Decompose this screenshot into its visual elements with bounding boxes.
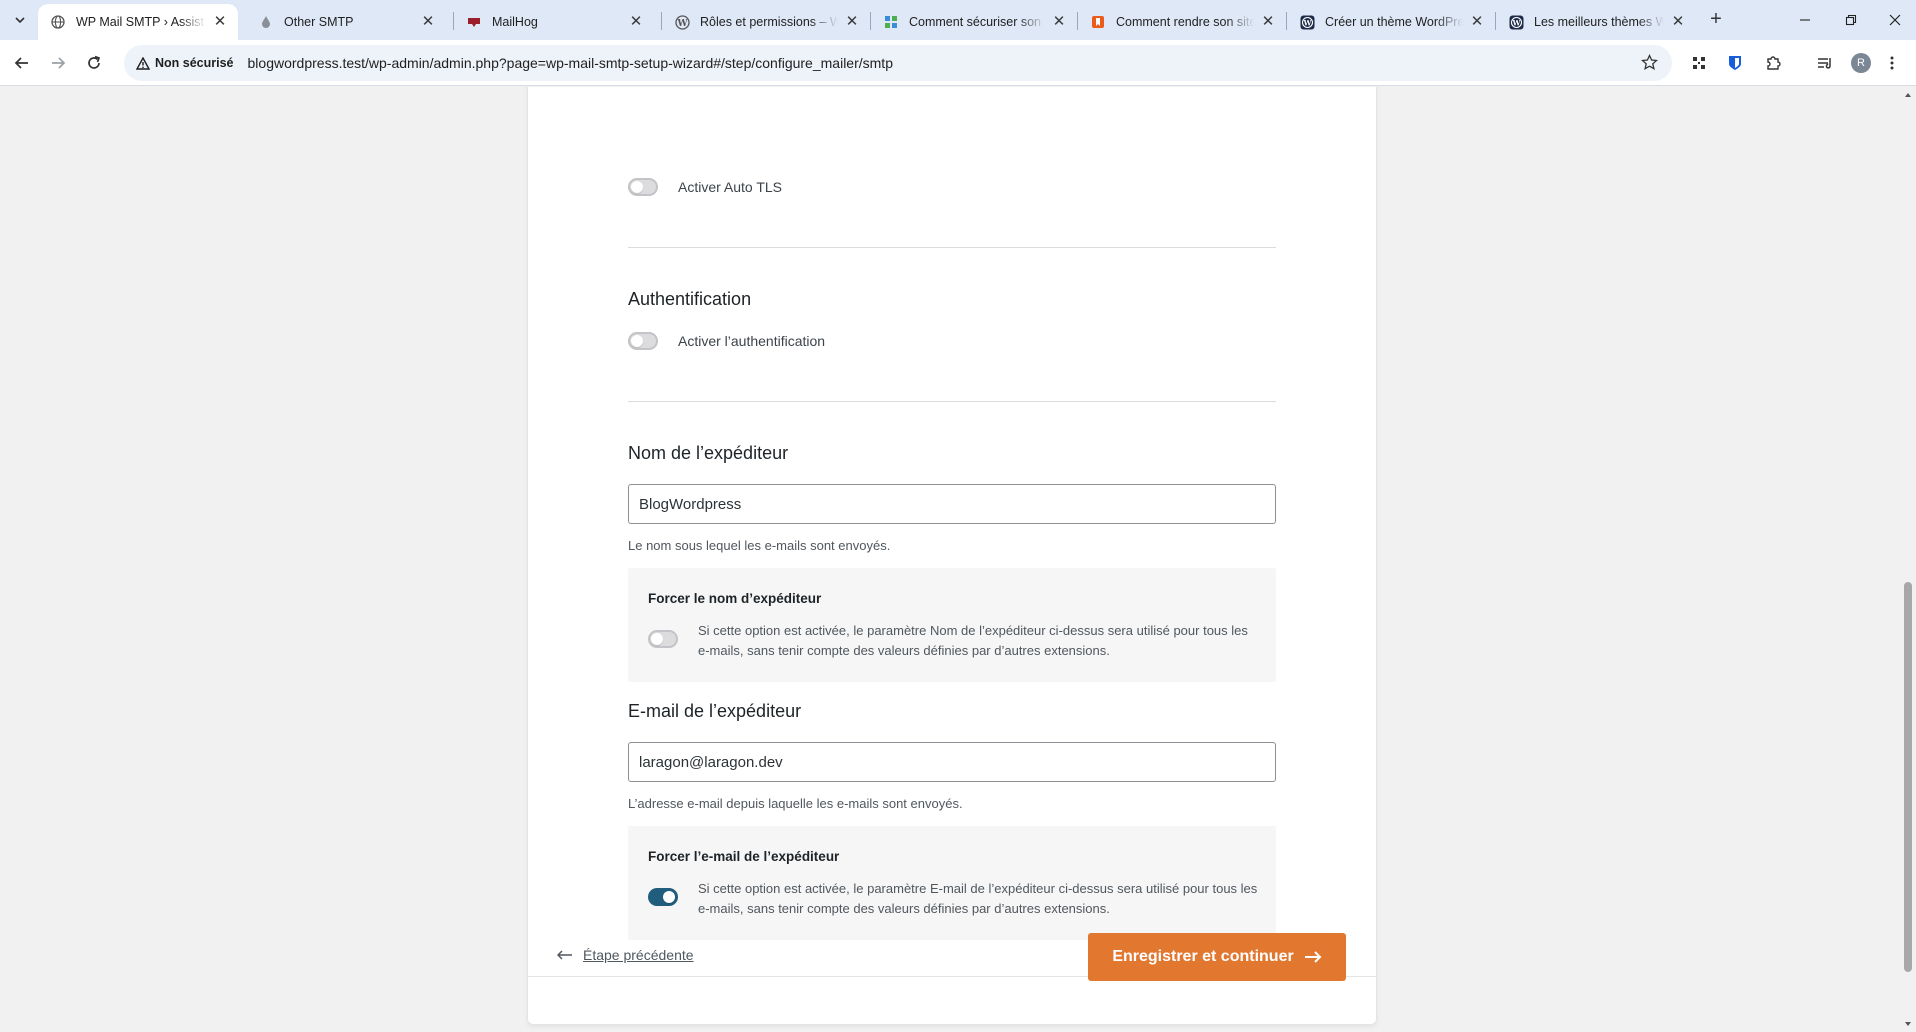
force-from-name-title: Forcer le nom d’expéditeur: [648, 591, 822, 606]
close-icon: [1889, 14, 1901, 26]
new-tab-button[interactable]: +: [1704, 8, 1728, 32]
media-control-icon[interactable]: [1814, 52, 1836, 74]
tab-creer-theme[interactable]: W Créer un thème WordPres ✕: [1287, 4, 1495, 40]
minimize-button[interactable]: [1782, 0, 1828, 40]
tab-other-smtp[interactable]: Other SMTP ✕: [246, 4, 446, 40]
wordpress-icon: W: [1299, 14, 1315, 30]
browser-toolbar: Non sécurisé blogwordpress.test/wp-admin…: [0, 40, 1916, 86]
close-icon[interactable]: ✕: [1051, 14, 1067, 30]
scrollbar-thumb[interactable]: [1904, 582, 1912, 972]
divider: [628, 401, 1276, 402]
arrow-left-icon: [557, 950, 572, 960]
grid-icon: [883, 14, 899, 30]
close-icon[interactable]: ✕: [628, 14, 644, 30]
force-from-name-text: Si cette option est activée, le paramètr…: [698, 623, 1248, 658]
setup-wizard-card: Activer Auto TLS Authentification Active…: [527, 87, 1377, 1025]
more-menu-icon[interactable]: [1884, 52, 1900, 74]
bitwarden-icon[interactable]: [1724, 52, 1746, 74]
svg-text:W: W: [676, 18, 688, 28]
force-from-email-toggle[interactable]: [648, 888, 678, 906]
close-window-button[interactable]: [1874, 0, 1916, 40]
security-indicator[interactable]: Non sécurisé: [136, 56, 234, 70]
from-name-value: BlogWordpress: [639, 495, 742, 513]
url-text: blogwordpress.test/wp-admin/admin.php?pa…: [247, 55, 893, 71]
tab-mailhog[interactable]: MailHog ✕: [454, 4, 654, 40]
tab-title: Rôles et permissions – W: [700, 15, 838, 29]
tab-search-button[interactable]: [8, 8, 32, 32]
tab-title: Les meilleurs thèmes Wor: [1534, 15, 1664, 29]
security-label: Non sécurisé: [155, 56, 234, 70]
tab-title: MailHog: [492, 15, 538, 29]
close-icon[interactable]: ✕: [1260, 14, 1276, 30]
close-icon[interactable]: ✕: [420, 14, 436, 30]
force-from-name-panel: Forcer le nom d’expéditeur Si cette opti…: [628, 568, 1276, 682]
restore-button[interactable]: [1828, 0, 1874, 40]
auth-toggle[interactable]: [628, 332, 658, 350]
wordpress-icon: W: [1508, 14, 1524, 30]
minimize-icon: [1800, 19, 1810, 21]
from-email-input[interactable]: laragon@laragon.dev: [628, 742, 1276, 782]
tab-meilleurs-themes[interactable]: W Les meilleurs thèmes Wor ✕: [1496, 4, 1696, 40]
close-icon[interactable]: ✕: [1670, 14, 1686, 30]
close-icon[interactable]: ✕: [1469, 14, 1485, 30]
auto-tls-toggle[interactable]: [628, 178, 658, 196]
globe-icon: [50, 14, 66, 30]
drop-icon: [258, 14, 274, 30]
tab-wp-mail-smtp[interactable]: WP Mail SMTP › Assistant ✕: [38, 4, 238, 40]
restore-icon: [1845, 14, 1857, 26]
extension-qr-icon[interactable]: [1688, 52, 1710, 74]
svg-text:W: W: [1302, 18, 1311, 27]
reload-icon: [88, 55, 101, 69]
previous-step-label: Étape précédente: [583, 947, 694, 963]
svg-text:W: W: [1511, 18, 1520, 27]
chevron-down-icon: [15, 17, 25, 24]
divider: [628, 247, 1276, 248]
tab-title: Créer un thème WordPres: [1325, 15, 1463, 29]
tab-rendre-site[interactable]: Comment rendre son site ✕: [1078, 4, 1286, 40]
auth-label: Activer l’authentification: [678, 333, 826, 349]
from-name-input[interactable]: BlogWordpress: [628, 484, 1276, 524]
tab-title: Other SMTP: [284, 15, 354, 29]
bookmark-icon: [1090, 14, 1106, 30]
previous-step-link[interactable]: Étape précédente: [557, 947, 694, 963]
arrow-right-icon: [1304, 951, 1322, 963]
bookmark-star-icon[interactable]: [1640, 53, 1659, 74]
arrow-right-icon: [52, 57, 66, 69]
from-email-description: L’adresse e-mail depuis laquelle les e-m…: [628, 796, 963, 811]
warning-icon: [136, 56, 150, 70]
auto-tls-label: Activer Auto TLS: [678, 179, 783, 195]
force-from-email-panel: Forcer l’e-mail de l’expéditeur Si cette…: [628, 826, 1276, 940]
back-button[interactable]: [8, 49, 36, 77]
scroll-down-icon[interactable]: [1904, 1020, 1912, 1028]
wordpress-icon: W: [674, 14, 690, 30]
auth-title: Authentification: [628, 289, 752, 309]
page-scrollbar[interactable]: [1900, 87, 1916, 1032]
save-continue-label: Enregistrer et continuer: [1112, 948, 1294, 965]
page-viewport: Activer Auto TLS Authentification Active…: [0, 87, 1900, 1032]
tab-title: WP Mail SMTP › Assistant: [76, 15, 206, 29]
force-from-email-title: Forcer l’e-mail de l’expéditeur: [648, 849, 840, 864]
from-email-value: laragon@laragon.dev: [639, 753, 783, 771]
tab-strip: WP Mail SMTP › Assistant ✕ Other SMTP ✕ …: [0, 0, 1916, 40]
address-bar[interactable]: Non sécurisé blogwordpress.test/wp-admin…: [124, 45, 1672, 81]
tab-title: Comment rendre son site: [1116, 15, 1254, 29]
from-email-title: E-mail de l’expéditeur: [628, 701, 802, 721]
force-from-name-toggle[interactable]: [648, 630, 678, 648]
extensions-puzzle-icon[interactable]: [1762, 52, 1784, 74]
tab-securiser-site[interactable]: Comment sécuriser son si ✕: [871, 4, 1077, 40]
arrow-left-icon: [14, 57, 28, 69]
mailhog-icon: [466, 14, 482, 30]
save-continue-button[interactable]: Enregistrer et continuer: [1088, 933, 1346, 981]
close-icon[interactable]: ✕: [212, 14, 228, 30]
force-from-email-text: Si cette option est activée, le paramètr…: [698, 881, 1258, 916]
forward-button[interactable]: [44, 49, 72, 77]
scroll-up-icon[interactable]: [1904, 91, 1912, 99]
from-name-description: Le nom sous lequel les e-mails sont envo…: [628, 538, 891, 553]
from-name-title: Nom de l’expéditeur: [628, 443, 789, 463]
tab-roles-permissions[interactable]: W Rôles et permissions – W ✕: [662, 4, 870, 40]
reload-button[interactable]: [80, 49, 108, 77]
profile-avatar[interactable]: R: [1851, 53, 1871, 73]
close-icon[interactable]: ✕: [844, 14, 860, 30]
tab-title: Comment sécuriser son si: [909, 15, 1045, 29]
